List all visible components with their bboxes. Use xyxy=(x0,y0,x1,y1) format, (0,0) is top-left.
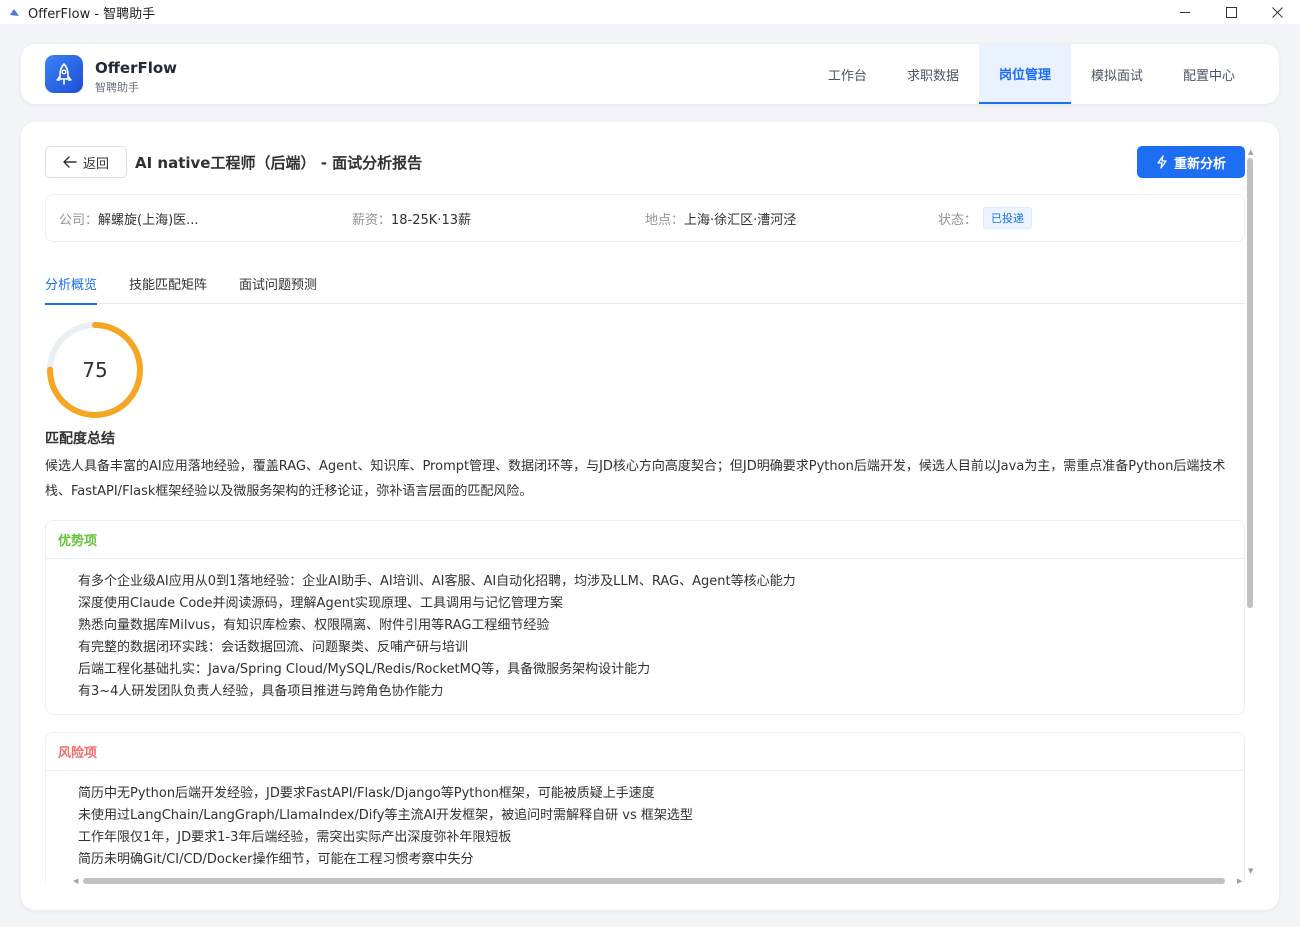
brand-subtitle: 智聘助手 xyxy=(95,81,139,94)
report-tabs: 分析概览 技能匹配矩阵 面试问题预测 xyxy=(45,262,1245,305)
info-status: 状态： 已投递 xyxy=(925,207,1218,229)
window-title: OfferFlow - 智聘助手 xyxy=(28,6,156,22)
tab-skill-matrix[interactable]: 技能匹配矩阵 xyxy=(129,262,207,304)
status-badge: 已投递 xyxy=(983,207,1033,229)
scroll-up-arrow[interactable]: ▲ xyxy=(1248,148,1253,156)
close-icon xyxy=(1271,6,1283,18)
app-header: OfferFlow 智聘助手 工作台 求职数据 岗位管理 模拟面试 配置中心 xyxy=(21,44,1279,104)
info-salary: 薪资： 18-25K·13薪 xyxy=(339,209,632,228)
tab-question-prediction[interactable]: 面试问题预测 xyxy=(239,262,317,304)
summary-title: 匹配度总结 xyxy=(45,431,115,447)
info-location: 地点： 上海·徐汇区·漕河泾 xyxy=(632,209,925,228)
nav-job-data[interactable]: 求职数据 xyxy=(887,44,979,104)
company-value: 解螺旋(上海)医... xyxy=(98,212,199,228)
maximize-icon xyxy=(1225,6,1237,18)
match-score-gauge: 75 xyxy=(45,320,145,420)
list-item: 有3~4人研发团队负责人经验，具备项目推进与跨角色协作能力 xyxy=(78,684,444,699)
main-nav: 工作台 求职数据 岗位管理 模拟面试 配置中心 xyxy=(808,44,1255,104)
list-item: 简历未明确Git/CI/CD/Docker操作细节，可能在工程习惯考察中失分 xyxy=(78,852,474,867)
maximize-button[interactable] xyxy=(1208,0,1254,24)
main-card: 返回 AI native工程师（后端） - 面试分析报告 重新分析 公司： 解螺… xyxy=(21,122,1279,910)
nav-config-center[interactable]: 配置中心 xyxy=(1163,44,1255,104)
list-item: 简历中无Python后端开发经验，JD要求FastAPI/Flask/Djang… xyxy=(78,786,655,801)
report-content: 返回 AI native工程师（后端） - 面试分析报告 重新分析 公司： 解螺… xyxy=(45,122,1245,882)
tab-analysis-overview[interactable]: 分析概览 xyxy=(45,262,98,305)
window-titlebar: OfferFlow - 智聘助手 xyxy=(0,0,1300,24)
risks-list: 简历中无Python后端开发经验，JD要求FastAPI/Flask/Djang… xyxy=(46,771,1244,871)
strengths-title: 优势项 xyxy=(46,521,1244,559)
window-controls xyxy=(1162,0,1300,24)
minimize-icon xyxy=(1179,11,1190,13)
company-label: 公司： xyxy=(59,212,99,228)
arrow-left-icon xyxy=(63,156,77,168)
vertical-scrollbar[interactable] xyxy=(1247,158,1253,608)
status-label: 状态： xyxy=(938,212,978,228)
nav-workbench[interactable]: 工作台 xyxy=(808,44,887,104)
list-item: 未使用过LangChain/LangGraph/LlamaIndex/Dify等… xyxy=(78,808,693,823)
salary-value: 18-25K·13薪 xyxy=(391,212,471,228)
risks-title: 风险项 xyxy=(46,733,1244,771)
close-button[interactable] xyxy=(1254,0,1300,24)
list-item: 有多个企业级AI应用从0到1落地经验：企业AI助手、AI培训、AI客服、AI自动… xyxy=(78,574,796,589)
brand-name: OfferFlow xyxy=(95,59,178,77)
list-item: 熟悉向量数据库Milvus，有知识库检索、权限隔离、附件引用等RAG工程细节经验 xyxy=(78,618,550,633)
scroll-right-arrow[interactable]: ▶ xyxy=(1237,877,1242,885)
logo xyxy=(45,55,83,93)
info-company: 公司： 解螺旋(上海)医... xyxy=(46,209,339,228)
location-label: 地点： xyxy=(645,212,685,228)
list-item: 有完整的数据闭环实践：会话数据回流、问题聚类、反哺产研与培训 xyxy=(78,640,469,655)
lightning-icon xyxy=(1156,155,1168,169)
list-item: 深度使用Claude Code并阅读源码，理解Agent实现原理、工具调用与记忆… xyxy=(78,596,564,611)
location-value: 上海·徐汇区·漕河泾 xyxy=(684,212,797,228)
risks-panel: 风险项 简历中无Python后端开发经验，JD要求FastAPI/Flask/D… xyxy=(45,732,1245,882)
rocket-icon xyxy=(56,63,72,85)
scroll-left-arrow[interactable]: ◀ xyxy=(73,877,78,885)
salary-label: 薪资： xyxy=(352,212,392,228)
reanalyze-button[interactable]: 重新分析 xyxy=(1137,146,1245,178)
page-title: AI native工程师（后端） - 面试分析报告 xyxy=(135,154,423,172)
list-item: 后端工程化基础扎实：Java/Spring Cloud/MySQL/Redis/… xyxy=(78,662,651,677)
app-icon xyxy=(8,6,20,18)
job-info-bar: 公司： 解螺旋(上海)医... 薪资： 18-25K·13薪 地点： 上海·徐汇… xyxy=(45,194,1245,242)
back-button[interactable]: 返回 xyxy=(45,146,127,178)
reanalyze-button-label: 重新分析 xyxy=(1173,156,1226,172)
strengths-panel: 优势项 有多个企业级AI应用从0到1落地经验：企业AI助手、AI培训、AI客服、… xyxy=(45,520,1245,715)
horizontal-scrollbar[interactable] xyxy=(83,878,1225,884)
list-item: 工作年限仅1年，JD要求1-3年后端经验，需突出实际产出深度弥补年限短板 xyxy=(78,830,512,845)
scroll-down-arrow[interactable]: ▼ xyxy=(1248,867,1253,875)
nav-position-management[interactable]: 岗位管理 xyxy=(978,44,1071,104)
strengths-list: 有多个企业级AI应用从0到1落地经验：企业AI助手、AI培训、AI客服、AI自动… xyxy=(46,559,1244,703)
match-score-value: 75 xyxy=(82,358,108,382)
back-button-label: 返回 xyxy=(82,156,109,172)
summary-text: 候选人具备丰富的AI应用落地经验，覆盖RAG、Agent、知识库、Prompt管… xyxy=(45,459,1226,499)
minimize-button[interactable] xyxy=(1162,0,1208,24)
nav-mock-interview[interactable]: 模拟面试 xyxy=(1071,44,1163,104)
